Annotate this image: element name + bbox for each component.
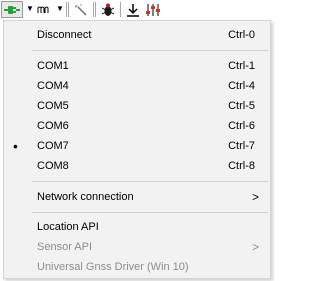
menu-separator <box>32 212 268 213</box>
menu-item-sensor-api: Sensor API > <box>5 237 269 257</box>
sliders-icon <box>146 3 160 16</box>
toolbar-separator <box>68 2 69 17</box>
menu-item-com8[interactable]: COM8 Ctrl-8 <box>5 156 269 176</box>
menu-separator <box>32 50 268 51</box>
menu-item-label: COM5 <box>37 100 69 112</box>
app-root: ▼ ▼ Disconnect Ctrl-0 COM1 Ctrl-1 COM4 C… <box>0 0 274 281</box>
menu-item-shortcut: Ctrl-6 <box>228 120 255 132</box>
nmea-dropdown-icon[interactable]: ▼ <box>56 4 64 13</box>
bug-icon <box>102 3 114 16</box>
connect-plug-icon <box>4 5 20 14</box>
magic-wand-icon <box>75 3 87 16</box>
toolbar-separator <box>93 2 94 17</box>
menu-item-shortcut: Ctrl-0 <box>228 29 255 41</box>
menu-item-label: COM1 <box>37 60 69 72</box>
connection-menu: Disconnect Ctrl-0 COM1 Ctrl-1 COM4 Ctrl-… <box>3 20 271 279</box>
nmea-button[interactable] <box>34 1 54 18</box>
submenu-arrow-icon: > <box>251 190 259 204</box>
connect-button[interactable] <box>1 1 23 18</box>
menu-item-universal-gnss-driver: Universal Gnss Driver (Win 10) <box>5 257 269 277</box>
menu-item-label: COM6 <box>37 120 69 132</box>
menu-item-network-connection[interactable]: Network connection > <box>5 187 269 207</box>
debug-button[interactable] <box>99 1 117 18</box>
nmea-wave-icon <box>37 6 49 13</box>
connect-dropdown-icon[interactable]: ▼ <box>26 4 34 13</box>
toolbar: ▼ ▼ <box>0 0 274 20</box>
settings-button[interactable] <box>144 1 162 18</box>
menu-separator <box>32 181 268 182</box>
menu-item-label: Location API <box>37 221 99 233</box>
menu-item-com1[interactable]: COM1 Ctrl-1 <box>5 56 269 76</box>
download-arrow-icon <box>127 3 139 17</box>
wand-button[interactable] <box>72 1 90 18</box>
menu-item-label: COM7 <box>37 140 69 152</box>
menu-item-com5[interactable]: COM5 Ctrl-5 <box>5 96 269 116</box>
menu-item-label: Disconnect <box>37 29 92 41</box>
menu-item-com4[interactable]: COM4 Ctrl-4 <box>5 76 269 96</box>
menu-item-shortcut: Ctrl-7 <box>228 140 255 152</box>
menu-item-label: COM4 <box>37 80 69 92</box>
menu-item-label: Network connection <box>37 191 134 203</box>
menu-item-label: Sensor API <box>37 241 93 253</box>
menu-item-disconnect[interactable]: Disconnect Ctrl-0 <box>5 25 269 45</box>
toolbar-separator <box>95 2 96 17</box>
menu-item-location-api[interactable]: Location API <box>5 217 269 237</box>
toolbar-separator <box>66 2 67 17</box>
menu-item-com7[interactable]: • COM7 Ctrl-7 <box>5 136 269 156</box>
submenu-arrow-icon: > <box>251 240 259 254</box>
selected-bullet-icon: • <box>13 138 18 154</box>
download-button[interactable] <box>124 1 142 18</box>
menu-item-shortcut: Ctrl-4 <box>228 80 255 92</box>
menu-item-label: COM8 <box>37 160 69 172</box>
toolbar-separator <box>120 2 121 17</box>
menu-item-label: Universal Gnss Driver (Win 10) <box>37 261 189 273</box>
menu-item-com6[interactable]: COM6 Ctrl-6 <box>5 116 269 136</box>
menu-item-shortcut: Ctrl-8 <box>228 160 255 172</box>
menu-item-shortcut: Ctrl-1 <box>228 60 255 72</box>
menu-item-shortcut: Ctrl-5 <box>228 100 255 112</box>
